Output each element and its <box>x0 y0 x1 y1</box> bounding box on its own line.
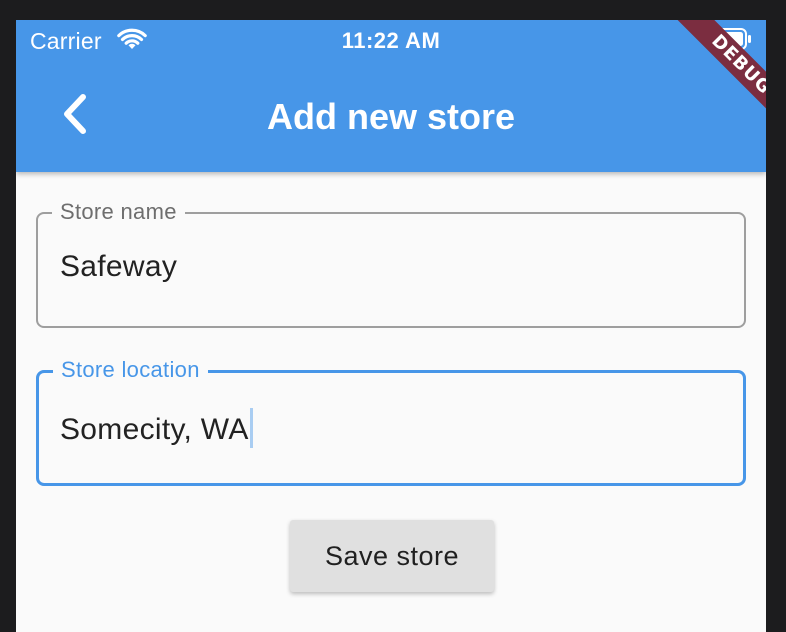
battery-icon <box>708 28 752 50</box>
status-time: 11:22 AM <box>341 28 441 53</box>
store-location-label: Store location <box>53 353 208 387</box>
store-name-value[interactable]: Safeway <box>60 250 177 284</box>
save-store-button[interactable]: Save store <box>290 520 494 592</box>
phone-screen: Carrier 11:22 AM Add new store DEBUG Sto… <box>16 20 766 632</box>
app-bar: Carrier 11:22 AM Add new store <box>16 20 766 172</box>
window-frame: Carrier 11:22 AM Add new store DEBUG Sto… <box>0 0 786 632</box>
store-name-field[interactable]: Store name Safeway <box>36 195 746 328</box>
text-cursor <box>249 408 253 448</box>
toolbar: Add new store <box>16 60 766 172</box>
store-location-input[interactable]: Somecity, WA <box>60 408 253 448</box>
page-title: Add new store <box>266 96 516 137</box>
status-bar: Carrier 11:22 AM <box>16 20 766 60</box>
store-name-label: Store name <box>52 195 185 229</box>
store-location-value: Somecity, WA <box>60 413 249 446</box>
store-location-field[interactable]: Store location Somecity, WA <box>36 353 746 486</box>
